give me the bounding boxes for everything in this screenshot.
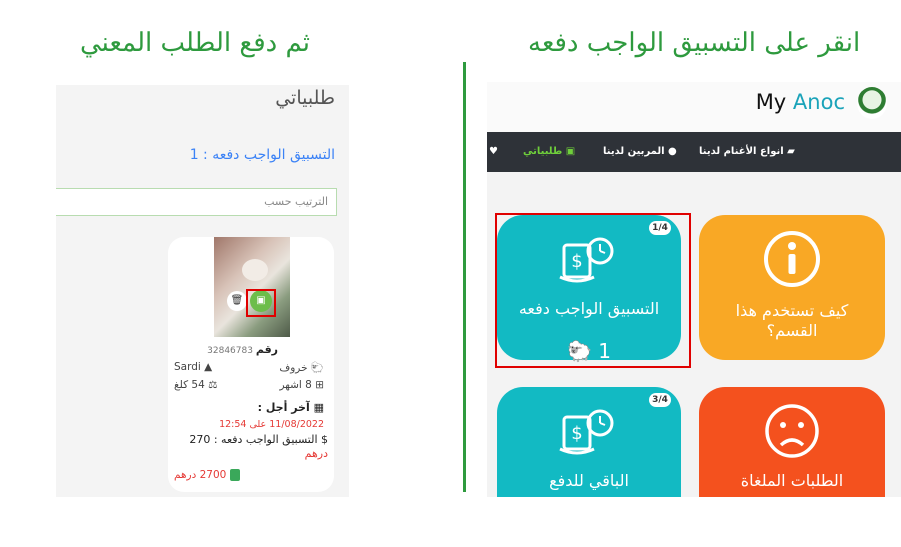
- highlight-box: [495, 213, 691, 368]
- logo-part2: Anoc: [792, 90, 845, 114]
- age: ⊞ 8 اشهر: [279, 379, 324, 391]
- animal-type-value: خروف: [279, 362, 308, 374]
- order-total: 2700 درهم: [174, 469, 240, 481]
- nav-sheep-types[interactable]: ▰ انواع الأغنام لدينا: [699, 146, 795, 157]
- money-icon: [229, 469, 240, 481]
- tile-cancelled-orders[interactable]: الطلبات الملغاة: [699, 387, 885, 497]
- order-number-label: رقم: [255, 343, 278, 356]
- sort-select[interactable]: الترتيب حسب: [56, 188, 337, 216]
- payment-clock-icon: $: [559, 409, 614, 455]
- deadline-label-text: آخر أجل :: [257, 401, 310, 414]
- weight: ⚖ 54 كلغ: [174, 379, 218, 391]
- instruction-heading-left: ثم دفع الطلب المعني: [80, 28, 311, 58]
- tile-label: الطلبات الملغاة: [740, 471, 844, 490]
- tile-label: الباقي للدفع: [549, 471, 629, 490]
- tile-how-to-use[interactable]: كيف تستخدم هذا القسم؟: [699, 215, 885, 360]
- sheep-icon: 🐑: [310, 362, 324, 374]
- deposit-fee-unit: درهم: [304, 447, 328, 460]
- orders-icon: ▣: [565, 146, 576, 157]
- deadline-value: 11/08/2022 على 12:54: [219, 419, 324, 430]
- order-total-value: 2700 درهم: [174, 469, 227, 481]
- breed: ▲ Sardi: [174, 361, 212, 373]
- deadline-label: ▦ آخر أجل :: [258, 401, 324, 414]
- highlight-box: [246, 289, 276, 317]
- cake-icon: ⊞: [315, 379, 324, 391]
- svg-text:$: $: [571, 423, 582, 444]
- order-number-value: 32846783: [207, 346, 253, 356]
- calendar-icon: ▦: [313, 401, 324, 414]
- age-value: 8 اشهر: [279, 379, 312, 391]
- animal-type: 🐑 خروف: [279, 361, 324, 374]
- dollar-icon: $: [321, 433, 328, 446]
- sheep-photo: [214, 237, 290, 337]
- weight-value: 54 كلغ: [174, 379, 205, 391]
- user-icon: ●: [668, 146, 677, 157]
- sheep-nav-icon: ▰: [787, 146, 795, 157]
- instruction-heading-right: انقر على التسبيق الواجب دفعه: [528, 28, 861, 58]
- nav-orders-label: طلبياتي: [523, 146, 563, 157]
- tile-label: كيف تستخدم هذا القسم؟: [735, 301, 849, 340]
- page-title: طلبياتي: [275, 87, 335, 109]
- nav-breeders-label: المربين لدينا: [603, 146, 665, 157]
- vertical-divider: [463, 62, 466, 492]
- pending-deposit-link[interactable]: التسبيق الواجب دفعه : 1: [190, 147, 335, 163]
- deposit-fee: $ التسبيق الواجب دفعه : 270 درهم: [168, 433, 328, 461]
- main-navbar: ♥ ▣ طلبياتي ● المربين لدينا ▰ انواع الأغ…: [487, 132, 901, 172]
- order-card: 🗑 ▣ رقم 32846783 🐑 خروف ▲ Sardi ⊞ 8 اشهر…: [168, 237, 334, 492]
- deposit-fee-label: التسبيق الواجب دفعه : 270: [189, 433, 318, 446]
- nav-orders[interactable]: ▣ طلبياتي: [523, 146, 575, 157]
- nav-breeders[interactable]: ● المربين لدينا: [603, 146, 677, 157]
- tile-remaining-to-pay[interactable]: 3/4 $ الباقي للدفع: [497, 387, 681, 497]
- sheep-logo-icon: [857, 87, 887, 119]
- heart-icon[interactable]: ♥: [489, 146, 498, 157]
- info-icon: [764, 231, 820, 287]
- app-header: My Anoc: [487, 82, 901, 132]
- shapes-icon: ▲: [204, 361, 213, 373]
- app-logo-text: My Anoc: [756, 90, 845, 114]
- weight-icon: ⚖: [208, 379, 218, 391]
- tile-badge: 3/4: [649, 393, 671, 407]
- logo-part1: My: [755, 90, 793, 114]
- nav-sheep-types-label: انواع الأغنام لدينا: [699, 146, 784, 157]
- order-number: رقم 32846783: [168, 343, 334, 356]
- trash-icon[interactable]: 🗑: [227, 291, 247, 311]
- breed-value: Sardi: [174, 361, 201, 373]
- orders-screenshot: طلبياتي التسبيق الواجب دفعه : 1 الترتيب …: [56, 85, 349, 497]
- sad-face-icon: [765, 404, 819, 458]
